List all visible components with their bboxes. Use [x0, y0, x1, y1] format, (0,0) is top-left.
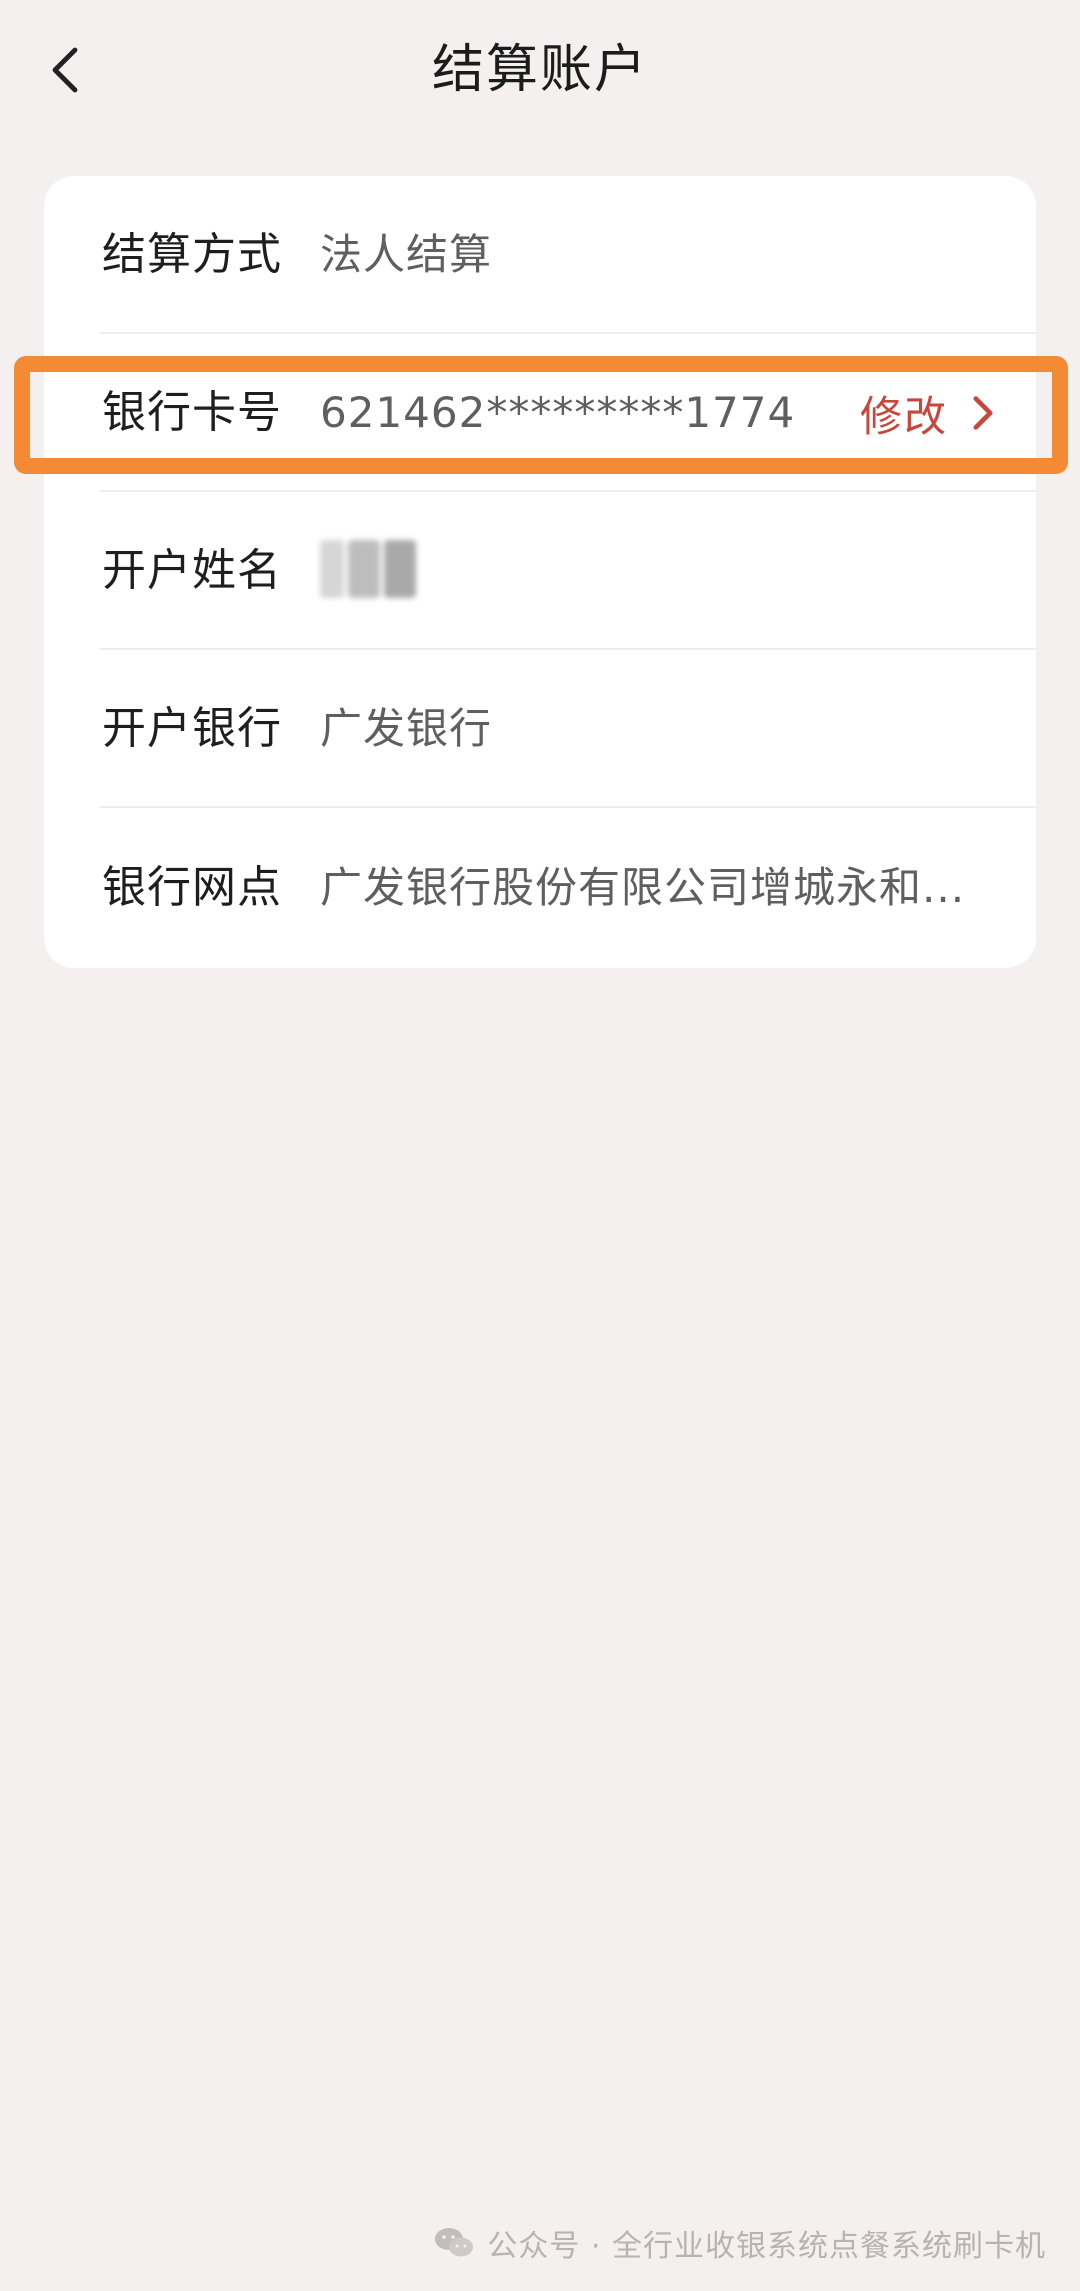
edit-bank-card-button[interactable]: 修改 — [860, 334, 996, 492]
opening-bank-label: 开户银行 — [102, 703, 282, 754]
top-bar: 结算账户 — [0, 0, 1080, 140]
row-opening-bank: 开户银行 广发银行 — [44, 650, 1036, 808]
row-bank-card-number[interactable]: 银行卡号 621462*********1774 修改 — [44, 334, 1036, 492]
row-settlement-method: 结算方式 法人结算 — [44, 176, 1036, 334]
bank-card-number-value: 621462*********1774 — [320, 388, 796, 437]
bank-branch-value: 广发银行股份有限公司增城永和... — [320, 863, 966, 912]
opening-bank-value: 广发银行 — [320, 704, 493, 753]
row-account-holder-name: 开户姓名 — [44, 492, 1036, 650]
bank-card-number-label: 银行卡号 — [102, 387, 282, 438]
settlement-method-label: 结算方式 — [102, 229, 282, 280]
account-holder-name-label: 开户姓名 — [102, 545, 282, 596]
edit-label: 修改 — [859, 391, 948, 441]
wechat-icon — [435, 2228, 474, 2257]
row-bank-branch: 银行网点 广发银行股份有限公司增城永和... — [44, 808, 1036, 968]
page-title: 结算账户 — [431, 40, 648, 100]
settlement-info-card: 结算方式 法人结算 银行卡号 621462*********1774 修改 开户… — [44, 176, 1036, 968]
watermark: 公众号 · 全行业收银系统点餐系统刷卡机 — [433, 2213, 1046, 2273]
blurred-name-redaction — [320, 540, 430, 604]
chevron-right-icon — [973, 396, 993, 430]
bank-branch-label: 银行网点 — [102, 862, 282, 913]
settlement-method-value: 法人结算 — [320, 230, 493, 279]
watermark-text: 公众号 · 全行业收银系统点餐系统刷卡机 — [487, 2229, 1046, 2264]
